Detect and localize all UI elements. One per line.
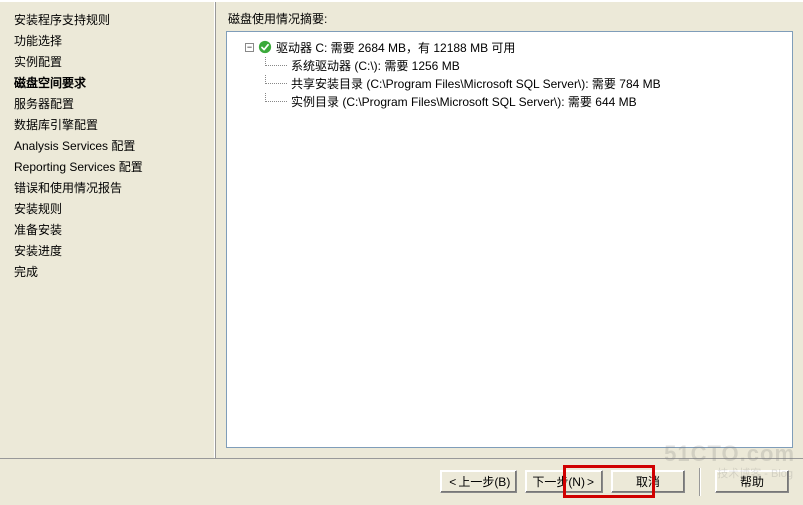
- back-button[interactable]: < 上一步(B): [440, 470, 517, 493]
- summary-label: 磁盘使用情况摘要:: [226, 10, 793, 31]
- help-button[interactable]: 帮助: [715, 470, 789, 493]
- tree-child-row[interactable]: 共享安装目录 (C:\Program Files\Microsoft SQL S…: [233, 74, 786, 92]
- collapse-icon[interactable]: −: [245, 43, 254, 52]
- wizard-footer: < 上一步(B) 下一步(N) > 取消 帮助: [0, 458, 803, 504]
- sidebar-item-error-report[interactable]: 错误和使用情况报告: [14, 178, 214, 199]
- tree-child-text: 实例目录 (C:\Program Files\Microsoft SQL Ser…: [291, 93, 637, 110]
- footer-separator: [699, 468, 701, 496]
- sidebar-item-setup-rules[interactable]: 安装程序支持规则: [14, 10, 214, 31]
- main-pane: 磁盘使用情况摘要: − 驱动器 C: 需要 2684 MB，有 12188 MB…: [215, 2, 803, 458]
- tree-child-text: 共享安装目录 (C:\Program Files\Microsoft SQL S…: [291, 75, 661, 92]
- tree-child-row[interactable]: 实例目录 (C:\Program Files\Microsoft SQL Ser…: [233, 92, 786, 110]
- sidebar-item-db-engine-config[interactable]: 数据库引擎配置: [14, 115, 214, 136]
- tree-drive-row[interactable]: − 驱动器 C: 需要 2684 MB，有 12188 MB 可用: [233, 38, 786, 56]
- tree-drive-text: 驱动器 C: 需要 2684 MB，有 12188 MB 可用: [276, 39, 515, 56]
- next-button-label: 下一步(N): [532, 473, 585, 490]
- cancel-button[interactable]: 取消: [611, 470, 685, 493]
- sidebar-item-install-rules[interactable]: 安装规则: [14, 199, 214, 220]
- sidebar-item-instance-config[interactable]: 实例配置: [14, 52, 214, 73]
- sidebar-item-install-progress[interactable]: 安装进度: [14, 241, 214, 262]
- wizard-steps-sidebar: 安装程序支持规则 功能选择 实例配置 磁盘空间要求 服务器配置 数据库引擎配置 …: [0, 2, 215, 458]
- sidebar-item-server-config[interactable]: 服务器配置: [14, 94, 214, 115]
- chevron-left-icon: <: [447, 475, 458, 489]
- sidebar-item-feature-select[interactable]: 功能选择: [14, 31, 214, 52]
- next-button[interactable]: 下一步(N) >: [525, 470, 603, 493]
- tree-child-row[interactable]: 系统驱动器 (C:\): 需要 1256 MB: [233, 56, 786, 74]
- success-check-icon: [258, 40, 272, 54]
- sidebar-item-reporting-config[interactable]: Reporting Services 配置: [14, 157, 214, 178]
- sidebar-item-disk-space[interactable]: 磁盘空间要求: [14, 73, 214, 94]
- sidebar-item-analysis-config[interactable]: Analysis Services 配置: [14, 136, 214, 157]
- sidebar-item-ready-install[interactable]: 准备安装: [14, 220, 214, 241]
- help-button-label: 帮助: [740, 473, 764, 490]
- sidebar-item-complete[interactable]: 完成: [14, 262, 214, 283]
- cancel-button-label: 取消: [636, 473, 660, 490]
- back-button-label: 上一步(B): [458, 473, 510, 490]
- chevron-right-icon: >: [585, 475, 596, 489]
- disk-usage-tree[interactable]: − 驱动器 C: 需要 2684 MB，有 12188 MB 可用 系统驱动器 …: [226, 31, 793, 448]
- tree-child-text: 系统驱动器 (C:\): 需要 1256 MB: [291, 57, 460, 74]
